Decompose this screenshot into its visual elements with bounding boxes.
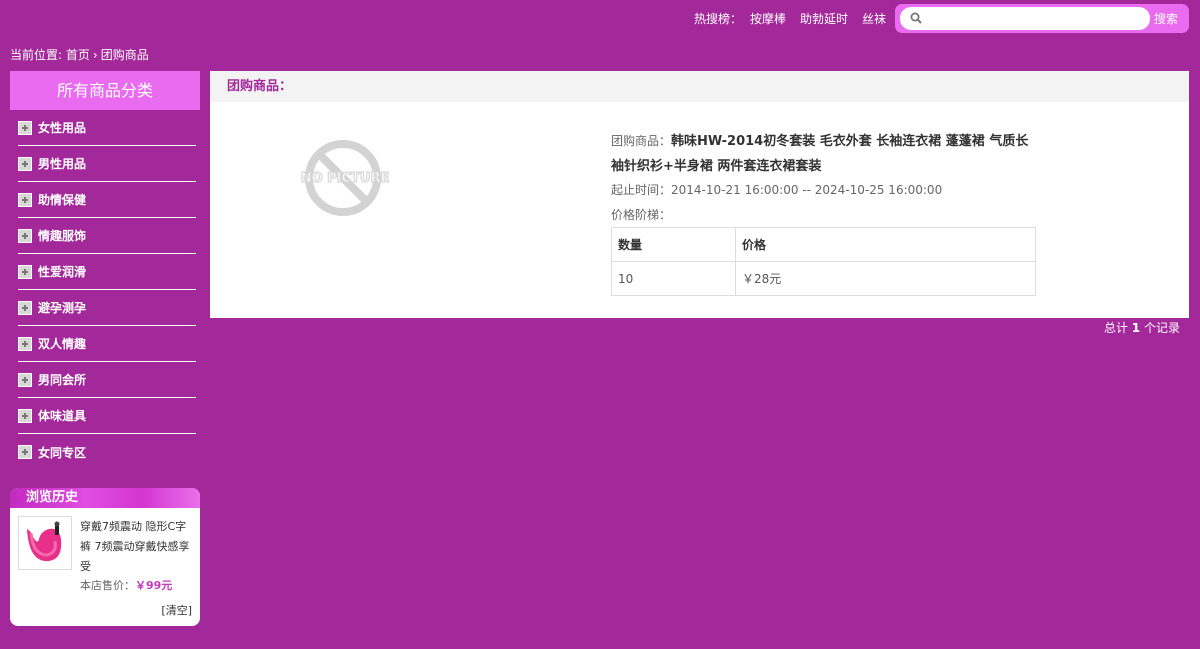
plus-icon bbox=[18, 156, 32, 171]
product-name-link[interactable]: 韩味HW-2014初冬套装 毛衣外套 长袖连衣裙 蓬蓬裙 气质长袖针织衫+半身裙… bbox=[611, 134, 1028, 174]
price-value: ￥99元 bbox=[135, 579, 173, 592]
category-item[interactable]: 避孕测孕 bbox=[18, 290, 196, 326]
category-item[interactable]: 体味道具 bbox=[18, 398, 196, 434]
time-range: 起止时间：2014-10-21 16:00:00 -- 2024-10-25 1… bbox=[611, 181, 1041, 198]
hot-term-link[interactable]: 丝袜 bbox=[862, 10, 886, 27]
column-header: 数量 bbox=[611, 227, 736, 262]
plus-icon bbox=[18, 264, 32, 279]
category-item[interactable]: 性爱润滑 bbox=[18, 254, 196, 290]
plus-icon bbox=[18, 336, 32, 351]
category-label: 情趣服饰 bbox=[38, 229, 87, 243]
history-title: 浏览历史 bbox=[10, 488, 200, 508]
table-header-row: 数量 价格 bbox=[611, 227, 1036, 262]
hot-search: 热搜榜： 按摩棒 助勃延时 丝袜 bbox=[694, 10, 886, 27]
breadcrumb-prefix: 当前位置: bbox=[10, 48, 63, 62]
no-picture-text: NO PICTURE bbox=[301, 171, 390, 186]
total-prefix: 总计 bbox=[1103, 321, 1128, 335]
plus-icon bbox=[18, 228, 32, 243]
plus-icon bbox=[18, 372, 32, 387]
history-product-name[interactable]: 穿戴7频震动 隐形C字裤 7频震动穿戴快感享受 bbox=[80, 517, 194, 577]
category-label: 双人情趣 bbox=[38, 337, 87, 351]
price-tier-table: 数量 价格 10 ￥28元 bbox=[611, 227, 1036, 296]
time-label: 起止时间： bbox=[611, 183, 672, 197]
table-row: 10 ￥28元 bbox=[611, 261, 1036, 296]
product-image bbox=[27, 521, 62, 562]
time-value: 2014-10-21 16:00:00 -- 2024-10-25 16:00:… bbox=[671, 183, 943, 197]
browse-history: 浏览历史 穿戴7频震动 隐形C字裤 7频震动穿戴快感享受 本店售价：￥99元 [… bbox=[10, 488, 200, 626]
record-total: 总计 1 个记录 bbox=[1104, 319, 1180, 336]
search-button[interactable]: 搜索 bbox=[1154, 10, 1178, 27]
plus-icon bbox=[18, 192, 32, 207]
breadcrumb-home-link[interactable]: 首页 bbox=[66, 48, 90, 62]
category-list: 女性用品 男性用品 助情保健 情趣服饰 性爱润滑 避孕测孕 双人情趣 男同会所 … bbox=[10, 110, 200, 470]
search-field bbox=[900, 7, 1150, 30]
search-input[interactable] bbox=[928, 10, 1138, 27]
column-header: 价格 bbox=[735, 227, 1036, 262]
quantity-cell: 10 bbox=[611, 261, 736, 296]
hot-term-link[interactable]: 按摩棒 bbox=[750, 10, 786, 27]
panel-title: 团购商品： bbox=[210, 71, 1189, 102]
category-label: 女性用品 bbox=[38, 121, 87, 135]
plus-icon bbox=[18, 300, 32, 315]
history-product-thumbnail[interactable] bbox=[18, 516, 72, 570]
hot-search-label: 热搜榜： bbox=[693, 12, 742, 26]
total-suffix: 个记录 bbox=[1143, 321, 1180, 335]
category-item[interactable]: 男同会所 bbox=[18, 362, 196, 398]
breadcrumb: 当前位置: 首页 › 团购商品 bbox=[10, 46, 149, 63]
category-item[interactable]: 情趣服饰 bbox=[18, 218, 196, 254]
product-label: 团购商品： bbox=[611, 134, 672, 148]
clear-history-button[interactable]: [清空] bbox=[161, 602, 192, 618]
category-label: 男性用品 bbox=[38, 157, 87, 171]
plus-icon bbox=[18, 120, 32, 135]
history-product-price: 本店售价：￥99元 bbox=[80, 577, 172, 593]
no-picture-placeholder[interactable]: NO PICTURE bbox=[296, 138, 396, 218]
search-box: 搜索 bbox=[895, 4, 1189, 33]
category-item[interactable]: 女同专区 bbox=[18, 434, 196, 470]
plus-icon bbox=[18, 408, 32, 423]
top-bar: 热搜榜： 按摩棒 助勃延时 丝袜 搜索 bbox=[0, 0, 1200, 38]
price-label: 本店售价： bbox=[80, 579, 135, 592]
product-title: 团购商品：韩味HW-2014初冬套装 毛衣外套 长袖连衣裙 蓬蓬裙 气质长袖针织… bbox=[611, 129, 1041, 179]
breadcrumb-current: 团购商品 bbox=[100, 48, 149, 62]
price-cell: ￥28元 bbox=[735, 261, 1036, 296]
search-icon bbox=[910, 12, 922, 24]
category-label: 助情保健 bbox=[38, 193, 87, 207]
group-buy-panel: 团购商品： NO PICTURE 团购商品：韩味HW-2014初冬套装 毛衣外套… bbox=[210, 71, 1189, 318]
category-sidebar: 所有商品分类 女性用品 男性用品 助情保健 情趣服饰 性爱润滑 避孕测孕 双人情… bbox=[10, 71, 200, 470]
price-tier-label: 价格阶梯： bbox=[611, 208, 672, 222]
category-label: 避孕测孕 bbox=[38, 301, 87, 315]
category-label: 性爱润滑 bbox=[38, 265, 87, 279]
category-item[interactable]: 男性用品 bbox=[18, 146, 196, 182]
category-label: 女同专区 bbox=[38, 445, 87, 460]
category-label: 体味道具 bbox=[38, 409, 87, 423]
product-info: 团购商品：韩味HW-2014初冬套装 毛衣外套 长袖连衣裙 蓬蓬裙 气质长袖针织… bbox=[611, 129, 1041, 296]
total-count: 1 bbox=[1131, 321, 1141, 335]
category-title: 所有商品分类 bbox=[10, 71, 200, 110]
chevron-right-icon: › bbox=[92, 48, 98, 62]
category-label: 男同会所 bbox=[38, 373, 87, 387]
plus-icon bbox=[18, 445, 32, 459]
hot-term-link[interactable]: 助勃延时 bbox=[800, 10, 848, 27]
category-item[interactable]: 女性用品 bbox=[18, 110, 196, 146]
category-item[interactable]: 双人情趣 bbox=[18, 326, 196, 362]
category-item[interactable]: 助情保健 bbox=[18, 182, 196, 218]
